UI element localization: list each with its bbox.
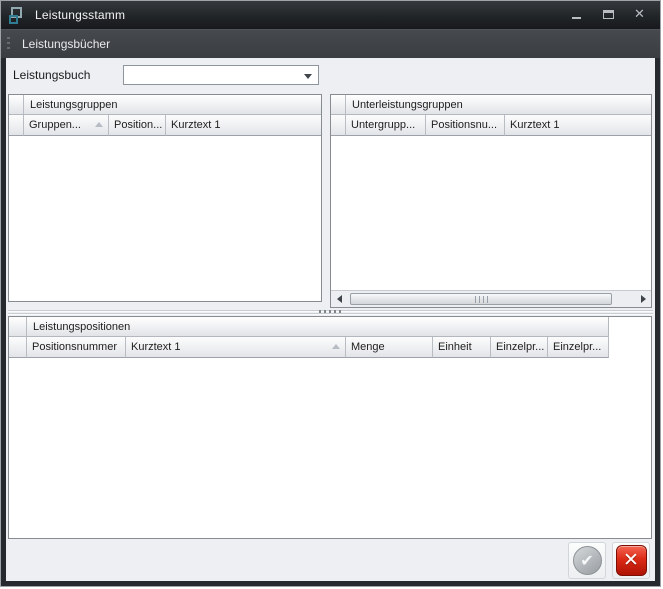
toolbar-title: Leistungsbücher: [22, 37, 110, 51]
leistungsbuch-combobox[interactable]: [123, 65, 319, 85]
column-header-menge[interactable]: Menge: [346, 337, 433, 358]
row-indicator-header: [9, 95, 24, 114]
column-label: Einzelpr...: [496, 341, 544, 353]
content-area: Leistungsbuch Leistungsgruppen Gruppen..…: [6, 58, 655, 581]
column-header-kurztext[interactable]: Kurztext 1: [126, 337, 346, 358]
column-header-gruppennummer[interactable]: Gruppen...: [24, 115, 109, 136]
column-header-positionsnummer[interactable]: Positionsnummer: [27, 337, 126, 358]
unterleistungsgruppen-column-headers: Untergrupp... Positionsnu... Kurztext 1: [331, 115, 651, 136]
column-label: Position...: [114, 119, 162, 131]
unterleistungsgruppen-title: Unterleistungsgruppen: [346, 95, 463, 114]
column-label: Gruppen...: [29, 119, 81, 131]
sort-ascending-icon: [332, 344, 340, 349]
app-icon: [9, 7, 26, 24]
confirm-button[interactable]: ✔: [568, 542, 606, 579]
leistungsbuch-label: Leistungsbuch: [13, 68, 90, 82]
horizontal-scrollbar[interactable]: [331, 290, 651, 307]
column-label: Kurztext 1: [131, 341, 181, 353]
column-label: Positionsnu...: [431, 119, 497, 131]
row-indicator-header: [9, 317, 27, 336]
column-header-positionsnummer[interactable]: Position...: [109, 115, 166, 136]
unterleistungsgruppen-group-header: Unterleistungsgruppen: [331, 95, 651, 115]
column-header-einheit[interactable]: Einheit: [433, 337, 491, 358]
column-label: Kurztext 1: [171, 119, 221, 131]
leistungsgruppen-column-headers: Gruppen... Position... Kurztext 1: [9, 115, 321, 136]
splitter-grip-icon: [319, 310, 343, 313]
titlebar[interactable]: Leistungsstamm ✕: [1, 1, 660, 29]
window-title: Leistungsstamm: [35, 8, 125, 22]
column-label: Kurztext 1: [510, 119, 560, 131]
column-label: Einheit: [438, 341, 472, 353]
column-header-einzelpreis-2[interactable]: Einzelpr...: [548, 337, 609, 358]
leistungsgruppen-body[interactable]: [9, 136, 321, 299]
thumb-grip-icon: [475, 296, 488, 303]
leistungsgruppen-title: Leistungsgruppen: [24, 95, 117, 114]
leistungspositionen-group-header: Leistungspositionen: [9, 317, 609, 337]
chevron-down-icon[interactable]: [304, 74, 312, 79]
leistungsstamm-window: Leistungsstamm ✕ Leistungsbücher Leistun…: [0, 0, 661, 587]
row-indicator-column: [9, 337, 27, 358]
scrollbar-thumb[interactable]: [350, 293, 612, 305]
minimize-button[interactable]: [570, 9, 584, 21]
horizontal-splitter[interactable]: [8, 308, 653, 316]
leistungsgruppen-group-header: Leistungsgruppen: [9, 95, 321, 115]
top-panels: Leistungsgruppen Gruppen... Position... …: [6, 94, 655, 308]
close-icon: ✕: [634, 7, 645, 22]
arrow-left-icon: [337, 295, 342, 303]
unterleistungsgruppen-body[interactable]: [331, 136, 651, 288]
minimize-icon: [572, 17, 581, 19]
cancel-x-icon: ✕: [616, 545, 647, 576]
leistungspositionen-grid: Leistungspositionen Positionsnummer Kurz…: [8, 316, 652, 539]
column-label: Menge: [351, 341, 385, 353]
column-label: Untergrupp...: [351, 119, 415, 131]
arrow-right-icon: [641, 295, 646, 303]
row-indicator-column: [331, 115, 346, 136]
vertical-splitter[interactable]: [322, 94, 330, 302]
row-indicator-header: [331, 95, 346, 114]
leistungsgruppen-grid: Leistungsgruppen Gruppen... Position... …: [8, 94, 322, 302]
row-indicator-column: [9, 115, 24, 136]
leistungsbuch-row: Leistungsbuch: [6, 64, 655, 86]
scroll-right-button[interactable]: [635, 291, 651, 307]
footer: ✔ ✕: [6, 539, 655, 581]
unterleistungsgruppen-grid: Unterleistungsgruppen Untergrupp... Posi…: [330, 94, 652, 308]
cancel-button[interactable]: ✕: [612, 542, 650, 579]
maximize-icon: [603, 10, 614, 19]
maximize-button[interactable]: [602, 9, 616, 21]
leistungspositionen-column-headers: Positionsnummer Kurztext 1 Menge Einheit…: [9, 337, 609, 358]
check-icon: ✔: [573, 546, 602, 575]
column-header-kurztext[interactable]: Kurztext 1: [505, 115, 651, 136]
column-header-kurztext[interactable]: Kurztext 1: [166, 115, 321, 136]
leistungspositionen-body[interactable]: [9, 358, 651, 538]
column-label: Einzelpr...: [553, 341, 601, 353]
column-label: Positionsnummer: [32, 341, 117, 353]
sort-ascending-icon: [95, 122, 103, 127]
toolbar: Leistungsbücher: [1, 29, 660, 58]
leistungspositionen-title: Leistungspositionen: [27, 317, 130, 336]
close-button[interactable]: ✕: [634, 9, 648, 21]
column-header-einzelpreis-1[interactable]: Einzelpr...: [491, 337, 548, 358]
column-header-positionsnummer[interactable]: Positionsnu...: [426, 115, 505, 136]
combobox-value: [124, 66, 318, 69]
column-header-untergruppe[interactable]: Untergrupp...: [346, 115, 426, 136]
scroll-left-button[interactable]: [331, 291, 347, 307]
toolbar-grip-handle[interactable]: [7, 37, 10, 52]
